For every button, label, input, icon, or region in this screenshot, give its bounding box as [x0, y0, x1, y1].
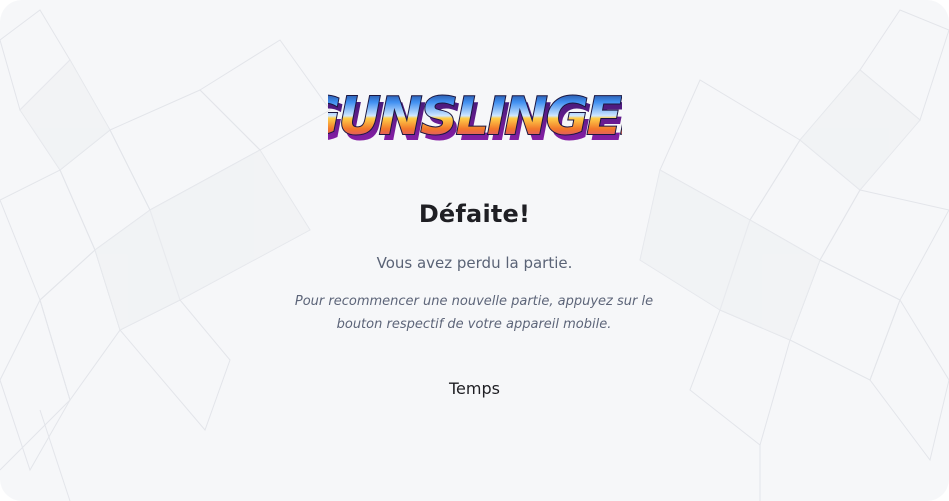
restart-hint: Pour recommencer une nouvelle partie, ap… [294, 294, 654, 332]
result-title: Défaite! [418, 200, 531, 228]
result-message: Vous avez perdu la partie. [376, 254, 573, 272]
timer-label: Temps [449, 379, 500, 398]
gunslinger-logo: GUNSLINGER GUNSLINGER [328, 86, 622, 148]
game-result-card: GUNSLINGER GUNSLINGER Défaite! Vous avez… [0, 0, 949, 501]
svg-text:GUNSLINGER: GUNSLINGER [328, 87, 622, 147]
